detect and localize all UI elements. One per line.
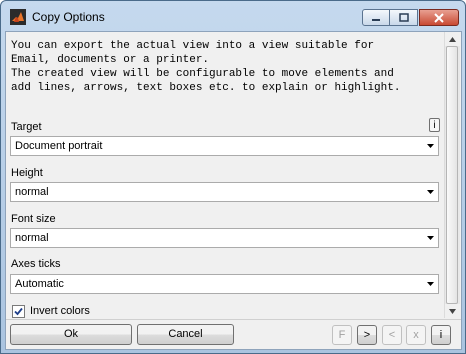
height-value: normal xyxy=(15,186,49,198)
font-size-select[interactable]: normal xyxy=(10,228,439,248)
vertical-scrollbar[interactable] xyxy=(444,32,460,318)
invert-colors-checkbox[interactable] xyxy=(12,305,25,318)
scroll-up-button[interactable] xyxy=(445,32,460,46)
dialog-content: You can export the actual view into a vi… xyxy=(5,31,462,350)
height-select[interactable]: normal xyxy=(10,182,439,202)
axes-ticks-label: Axes ticks xyxy=(11,258,61,270)
matlab-icon xyxy=(10,9,26,25)
close-button[interactable] xyxy=(419,9,459,26)
dropdown-arrow-icon xyxy=(423,138,437,154)
font-size-label: Font size xyxy=(11,213,56,225)
dropdown-arrow-icon xyxy=(423,276,437,292)
maximize-icon xyxy=(398,13,409,22)
checkmark-icon xyxy=(14,307,23,316)
target-select[interactable]: Document portrait xyxy=(10,136,439,156)
scrollbar-thumb[interactable] xyxy=(446,46,458,304)
copy-options-window: Copy Options You can export the actual v… xyxy=(0,0,466,354)
x-button[interactable]: x xyxy=(406,325,426,345)
arrow-down-icon xyxy=(449,308,456,314)
title-bar[interactable]: Copy Options xyxy=(1,1,465,31)
height-label: Height xyxy=(11,167,43,179)
font-size-value: normal xyxy=(15,232,49,244)
description-text: You can export the actual view into a vi… xyxy=(6,32,444,104)
invert-colors-label: Invert colors xyxy=(30,305,90,317)
divider xyxy=(6,319,461,320)
scroll-down-button[interactable] xyxy=(445,304,460,318)
dropdown-arrow-icon xyxy=(423,230,437,246)
close-icon xyxy=(434,12,444,23)
target-info-button[interactable]: i xyxy=(429,118,440,132)
info-button[interactable]: i xyxy=(431,325,451,345)
next-button[interactable]: > xyxy=(357,325,377,345)
previous-button[interactable]: < xyxy=(382,325,402,345)
minimize-button[interactable] xyxy=(362,9,390,26)
maximize-button[interactable] xyxy=(390,9,418,26)
axes-ticks-select[interactable]: Automatic xyxy=(10,274,439,294)
axes-ticks-value: Automatic xyxy=(15,278,64,290)
arrow-up-icon xyxy=(449,36,456,42)
target-value: Document portrait xyxy=(15,140,103,152)
ok-button[interactable]: Ok xyxy=(10,324,132,345)
minimize-icon xyxy=(372,18,380,21)
cancel-button[interactable]: Cancel xyxy=(137,324,234,345)
target-label: Target xyxy=(11,121,42,133)
dropdown-arrow-icon xyxy=(423,184,437,200)
window-title: Copy Options xyxy=(32,10,105,24)
f-button[interactable]: F xyxy=(332,325,352,345)
